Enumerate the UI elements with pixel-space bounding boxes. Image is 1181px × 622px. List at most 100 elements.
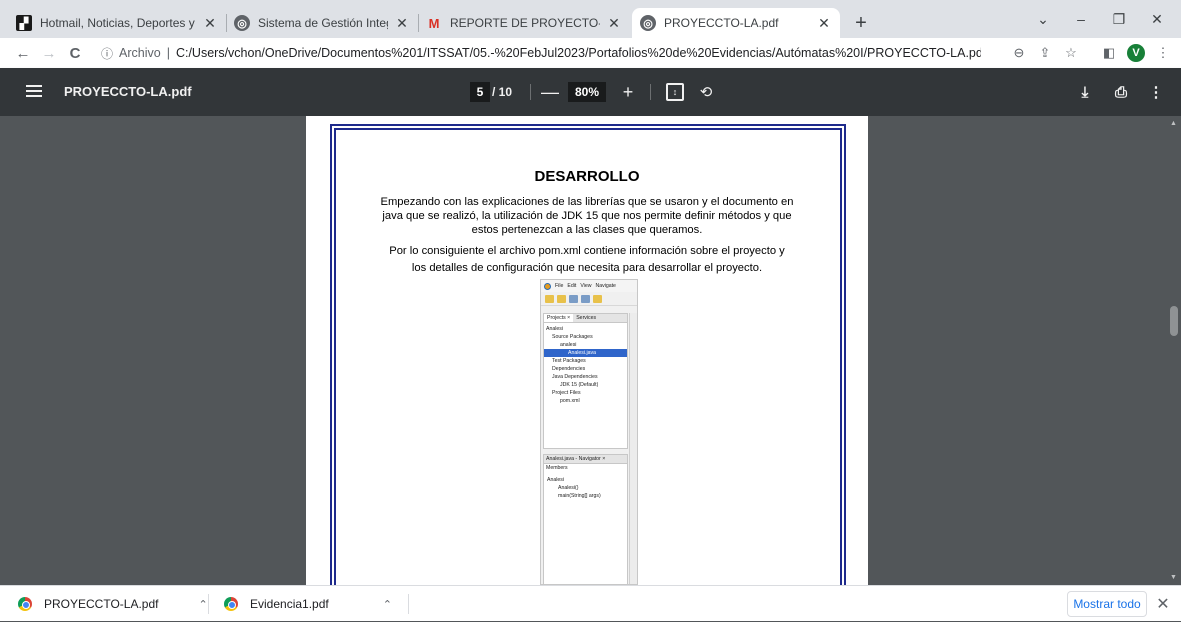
netbeans-logo-icon: [544, 282, 551, 290]
forward-button[interactable]: →: [36, 40, 62, 66]
close-icon[interactable]: ✕: [202, 15, 218, 31]
tree-node: Dependencies: [552, 366, 586, 372]
close-icon[interactable]: ✕: [816, 15, 832, 31]
open-project-icon: [557, 294, 566, 303]
paragraph: Empezando con las explicaciones de las l…: [380, 196, 794, 236]
zoom-level-input[interactable]: 80%: [568, 82, 606, 102]
ide-navigator-panel: Analesi.java - Navigator × Members Anale…: [543, 454, 628, 584]
member-node: Analesi: [547, 477, 565, 483]
shelf-divider: [408, 594, 409, 614]
scroll-up-arrow-icon[interactable]: ▲: [1170, 120, 1177, 127]
chevron-up-icon[interactable]: ⌃: [198, 598, 207, 611]
ide-menu-item: Navigate: [595, 283, 616, 289]
pdf-viewer[interactable]: DESARROLLO Empezando con las explicacion…: [0, 116, 1181, 585]
ide-menubar: File Edit View Navigate: [541, 280, 637, 292]
ide-menu-item: File: [555, 283, 564, 289]
zoom-in-button[interactable]: +: [618, 80, 638, 104]
more-options-icon[interactable]: ⋮: [1145, 81, 1167, 103]
back-button[interactable]: ←: [10, 40, 36, 66]
fit-page-icon[interactable]: ↕: [666, 83, 684, 101]
save-all-icon: [581, 294, 590, 303]
tab-proyeccto[interactable]: ◎ PROYECCTO-LA.pdf ✕: [632, 8, 840, 38]
ide-navigator-title: Analesi.java - Navigator ×: [544, 455, 627, 464]
tree-node: Java Dependencies: [552, 374, 598, 380]
page-heading: DESARROLLO: [534, 168, 640, 185]
chrome-icon: [18, 597, 32, 611]
omnibox-separator: |: [166, 46, 170, 60]
tab-sistema-gestion[interactable]: ◎ Sistema de Gestión Integral 3 ✕: [226, 8, 418, 38]
scroll-down-arrow-icon[interactable]: ▼: [1170, 574, 1177, 581]
rotate-icon[interactable]: ⟲: [696, 81, 716, 103]
download-filename: Evidencia1.pdf: [250, 597, 329, 611]
browser-menu-icon[interactable]: ⋮: [1152, 42, 1174, 64]
bookmark-star-icon[interactable]: ☆: [1060, 42, 1082, 64]
zoom-icon[interactable]: ⊖: [1008, 42, 1030, 64]
tab-title: Hotmail, Noticias, Deportes y Ent: [40, 16, 196, 30]
member-node: Analesi(): [558, 485, 579, 491]
tree-node: Test Packages: [552, 358, 586, 364]
tree-node: Analesi.java: [544, 349, 627, 357]
close-icon[interactable]: ✕: [606, 15, 622, 31]
tree-node: pom.xml: [560, 398, 580, 404]
scrollbar-thumb[interactable]: [1170, 306, 1178, 336]
info-icon[interactable]: ⓘ: [101, 45, 113, 62]
tree-node: JDK 15 (Default): [560, 382, 599, 388]
ide-projects-panel: Projects × Services Analesi Source Packa…: [543, 313, 628, 449]
new-tab-button[interactable]: +: [847, 9, 875, 37]
tree-node: Project Files: [552, 390, 581, 396]
close-icon[interactable]: ✕: [394, 15, 410, 31]
tab-reporte[interactable]: M REPORTE DE PROYECTO-LENGUA ✕: [418, 8, 630, 38]
ide-members-tree: Analesi Analesi() main(String[] args): [544, 474, 627, 500]
ide-panel-tabs: Projects × Services: [544, 314, 627, 323]
side-panel-icon[interactable]: ◧: [1098, 42, 1120, 64]
tab-hotmail[interactable]: ▞ Hotmail, Noticias, Deportes y Ent ✕: [8, 8, 226, 38]
zoom-out-button[interactable]: —: [540, 80, 560, 104]
new-project-icon: [545, 294, 554, 303]
toolbar-divider: [650, 84, 651, 100]
address-bar[interactable]: ⓘ Archivo | C:/Users/vchon/OneDrive/Docu…: [101, 41, 981, 65]
restore-button[interactable]: ❐: [1102, 6, 1136, 32]
print-icon[interactable]: ⎙: [1110, 81, 1132, 103]
save-icon: [569, 294, 578, 303]
members-label: Members: [546, 465, 568, 471]
download-icon[interactable]: ⤓: [1074, 81, 1096, 103]
minimize-button[interactable]: –: [1064, 6, 1098, 32]
download-item[interactable]: PROYECCTO-LA.pdf ⌃: [18, 586, 208, 622]
tab-title: Sistema de Gestión Integral 3: [258, 16, 388, 30]
url-text: C:/Users/vchon/OneDrive/Documentos%201/I…: [175, 46, 981, 60]
ide-editor-gutter: [629, 313, 637, 584]
ide-project-tree: Analesi Source Packages analesi Analesi.…: [544, 323, 627, 405]
profile-button[interactable]: V: [1125, 42, 1147, 64]
chrome-icon: [224, 597, 238, 611]
ide-tab: Services: [576, 315, 597, 321]
page-number-input[interactable]: 5: [470, 82, 490, 102]
paragraph: Por lo consiguiente el archivo pom.xml c…: [389, 245, 785, 274]
tree-node: analesi: [560, 342, 577, 348]
close-shelf-button[interactable]: ✕: [1153, 594, 1173, 614]
tab-search-icon[interactable]: ⌄: [1026, 6, 1060, 32]
download-item[interactable]: Evidencia1.pdf ⌃: [224, 586, 392, 622]
browser-toolbar: ← → C ⓘ Archivo | C:/Users/vchon/OneDriv…: [0, 38, 1181, 68]
reload-button[interactable]: C: [62, 40, 88, 66]
download-shelf: PROYECCTO-LA.pdf ⌃ Evidencia1.pdf ⌃ Most…: [0, 585, 1181, 621]
pdf-toolbar: PROYECCTO-LA.pdf 5 / 10 — 80% + ↕ ⟲ ⤓ ⎙ …: [0, 68, 1181, 116]
window-close-button[interactable]: ✕: [1140, 6, 1174, 32]
ide-screenshot: File Edit View Navigate Projects × Servi…: [540, 279, 638, 585]
tab-strip: ▞ Hotmail, Noticias, Deportes y Ent ✕ ◎ …: [0, 0, 1181, 38]
avatar: V: [1127, 44, 1145, 62]
shelf-divider: [208, 594, 209, 614]
hamburger-menu-icon[interactable]: [26, 82, 42, 102]
tab-title: PROYECCTO-LA.pdf: [664, 16, 779, 30]
vertical-scrollbar[interactable]: ▲ ▼: [1167, 116, 1181, 585]
site-label: Archivo: [119, 46, 161, 60]
toolbar-divider: [530, 84, 531, 100]
show-all-button[interactable]: Mostrar todo: [1067, 591, 1147, 617]
ide-members-filter: Members: [544, 464, 627, 474]
ide-toolbar: [541, 292, 637, 306]
tree-node: Source Packages: [552, 334, 593, 340]
pdf-page: DESARROLLO Empezando con las explicacion…: [306, 116, 868, 585]
chevron-up-icon[interactable]: ⌃: [383, 598, 392, 611]
download-filename: PROYECCTO-LA.pdf: [44, 597, 159, 611]
share-icon[interactable]: ⇪: [1034, 42, 1056, 64]
tree-node: Analesi: [546, 326, 564, 332]
